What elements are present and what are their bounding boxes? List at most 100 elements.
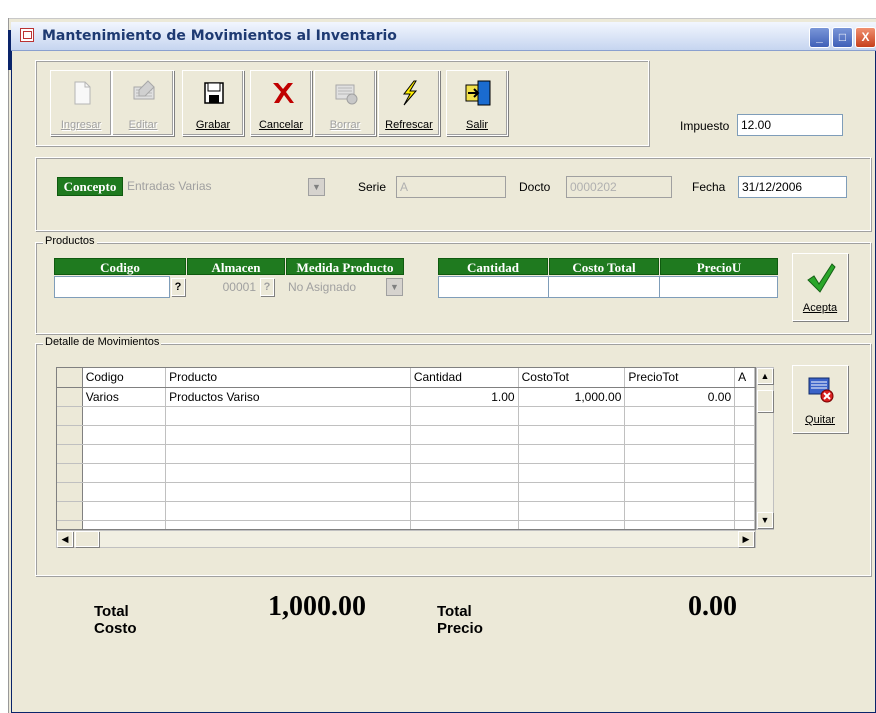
- table-row[interactable]: [57, 520, 755, 529]
- borrar-button[interactable]: Borrar: [314, 70, 376, 136]
- empty-cell[interactable]: [734, 482, 755, 502]
- empty-cell[interactable]: [165, 482, 411, 502]
- empty-cell[interactable]: [518, 520, 626, 529]
- empty-cell[interactable]: [518, 406, 626, 426]
- col-costotot[interactable]: CostoTot: [518, 368, 626, 388]
- row-indicator[interactable]: [57, 463, 83, 483]
- table-row[interactable]: [57, 501, 755, 521]
- vertical-scroll-thumb[interactable]: [757, 390, 773, 412]
- table-row[interactable]: [57, 444, 755, 464]
- empty-cell[interactable]: [410, 520, 519, 529]
- concepto-select[interactable]: Entradas Varias: [124, 177, 329, 197]
- almacen-lookup-button[interactable]: ?: [260, 278, 274, 296]
- table-row[interactable]: [57, 406, 755, 426]
- empty-cell[interactable]: [734, 425, 755, 445]
- cell-costotot[interactable]: 1,000.00: [518, 387, 626, 407]
- grabar-button[interactable]: Grabar: [182, 70, 244, 136]
- empty-cell[interactable]: [165, 501, 411, 521]
- empty-cell[interactable]: [82, 501, 167, 521]
- empty-cell[interactable]: [518, 463, 626, 483]
- codigo-lookup-button[interactable]: ?: [171, 278, 185, 296]
- empty-cell[interactable]: [518, 501, 626, 521]
- row-indicator[interactable]: [57, 387, 83, 407]
- docto-field[interactable]: 0000202: [566, 176, 672, 198]
- empty-cell[interactable]: [624, 463, 736, 483]
- empty-cell[interactable]: [624, 520, 736, 529]
- col-cantidad[interactable]: Cantidad: [410, 368, 519, 388]
- empty-cell[interactable]: [734, 520, 755, 529]
- table-row[interactable]: [57, 425, 755, 445]
- empty-cell[interactable]: [734, 406, 755, 426]
- empty-cell[interactable]: [734, 501, 755, 521]
- scroll-down-icon[interactable]: ▼: [757, 512, 773, 528]
- empty-cell[interactable]: [624, 406, 736, 426]
- empty-cell[interactable]: [165, 406, 411, 426]
- acepta-button[interactable]: Acepta: [792, 253, 848, 321]
- cell-cantidad[interactable]: 1.00: [410, 387, 519, 407]
- detalle-grid[interactable]: Codigo Producto Cantidad CostoTot Precio…: [56, 367, 756, 530]
- editar-button[interactable]: Editar: [112, 70, 174, 136]
- empty-cell[interactable]: [82, 444, 167, 464]
- medida-dropdown-icon[interactable]: ▼: [386, 278, 403, 296]
- empty-cell[interactable]: [410, 501, 519, 521]
- scroll-up-icon[interactable]: ▲: [757, 368, 773, 384]
- table-row[interactable]: Varios Productos Variso 1.00 1,000.00 0.…: [57, 387, 755, 407]
- cell-preciotot[interactable]: 0.00: [624, 387, 736, 407]
- row-indicator[interactable]: [57, 520, 83, 529]
- table-row[interactable]: [57, 463, 755, 483]
- empty-cell[interactable]: [410, 463, 519, 483]
- empty-cell[interactable]: [734, 463, 755, 483]
- refrescar-button[interactable]: Refrescar: [378, 70, 440, 136]
- minimize-button[interactable]: _: [809, 27, 830, 48]
- empty-cell[interactable]: [165, 463, 411, 483]
- row-indicator[interactable]: [57, 482, 83, 502]
- scroll-right-icon[interactable]: ▶: [738, 531, 754, 547]
- concepto-dropdown-icon[interactable]: ▼: [308, 178, 325, 196]
- cell-codigo[interactable]: Varios: [82, 387, 167, 407]
- empty-cell[interactable]: [734, 444, 755, 464]
- cantidad-input[interactable]: [438, 276, 549, 298]
- horizontal-scrollbar[interactable]: [56, 530, 756, 548]
- col-codigo[interactable]: Codigo: [82, 368, 167, 388]
- col-a[interactable]: A: [734, 368, 755, 388]
- ingresar-button[interactable]: Ingresar: [50, 70, 112, 136]
- empty-cell[interactable]: [410, 444, 519, 464]
- empty-cell[interactable]: [624, 482, 736, 502]
- empty-cell[interactable]: [165, 520, 411, 529]
- fecha-field[interactable]: 31/12/2006: [738, 176, 847, 198]
- empty-cell[interactable]: [624, 444, 736, 464]
- empty-cell[interactable]: [82, 463, 167, 483]
- empty-cell[interactable]: [82, 425, 167, 445]
- impuesto-field[interactable]: 12.00: [737, 114, 843, 136]
- empty-cell[interactable]: [410, 425, 519, 445]
- cancelar-button[interactable]: Cancelar: [250, 70, 312, 136]
- horizontal-scroll-thumb[interactable]: [75, 531, 99, 547]
- cell-producto[interactable]: Productos Variso: [165, 387, 411, 407]
- col-preciotot[interactable]: PrecioTot: [624, 368, 736, 388]
- empty-cell[interactable]: [518, 425, 626, 445]
- quitar-button[interactable]: Quitar: [792, 365, 848, 433]
- row-indicator[interactable]: [57, 406, 83, 426]
- empty-cell[interactable]: [165, 425, 411, 445]
- cell-a[interactable]: [734, 387, 755, 407]
- salir-button[interactable]: Salir: [446, 70, 508, 136]
- scroll-left-icon[interactable]: ◀: [57, 531, 73, 547]
- col-producto[interactable]: Producto: [165, 368, 411, 388]
- empty-cell[interactable]: [410, 406, 519, 426]
- row-indicator[interactable]: [57, 444, 83, 464]
- empty-cell[interactable]: [518, 444, 626, 464]
- row-indicator[interactable]: [57, 501, 83, 521]
- preciou-input[interactable]: [659, 276, 778, 298]
- close-button[interactable]: X: [855, 27, 876, 48]
- empty-cell[interactable]: [518, 482, 626, 502]
- empty-cell[interactable]: [82, 406, 167, 426]
- serie-field[interactable]: A: [396, 176, 506, 198]
- table-row[interactable]: [57, 482, 755, 502]
- row-indicator[interactable]: [57, 425, 83, 445]
- empty-cell[interactable]: [410, 482, 519, 502]
- empty-cell[interactable]: [165, 444, 411, 464]
- empty-cell[interactable]: [624, 501, 736, 521]
- empty-cell[interactable]: [624, 425, 736, 445]
- codigo-input[interactable]: [54, 276, 170, 298]
- empty-cell[interactable]: [82, 482, 167, 502]
